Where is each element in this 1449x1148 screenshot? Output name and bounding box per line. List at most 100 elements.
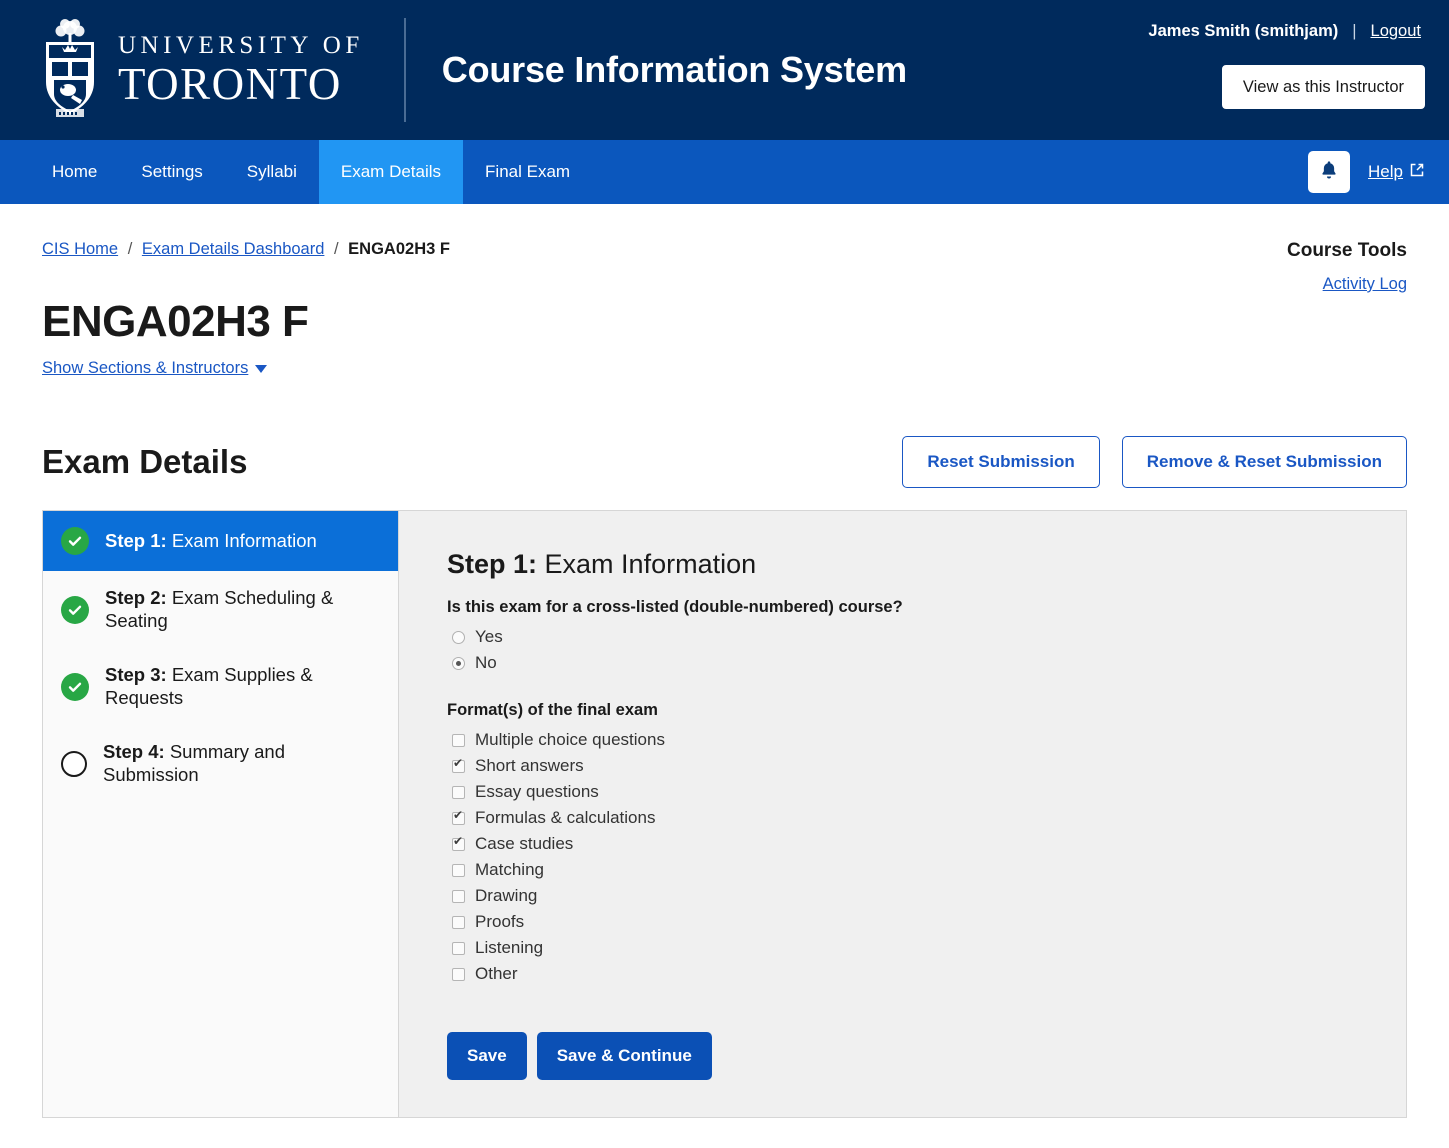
uoft-wordmark: UNIVERSITY OF TORONTO [118, 33, 364, 107]
view-as-instructor-button[interactable]: View as this Instructor [1221, 65, 1425, 110]
help-link[interactable]: Help [1368, 162, 1425, 183]
user-info: James Smith (smithjam) | Logout [1148, 22, 1421, 41]
format-label: Drawing [475, 886, 538, 905]
checkbox-icon[interactable] [452, 863, 465, 877]
page-content: CIS Home / Exam Details Dashboard / ENGA… [0, 204, 1449, 1118]
panel-title-name: Exam Information [537, 549, 757, 579]
radio-icon-yes[interactable] [452, 630, 465, 644]
logo-line-1: UNIVERSITY OF [118, 32, 364, 59]
nav-item-settings[interactable]: Settings [119, 140, 224, 204]
chevron-down-icon [255, 364, 268, 373]
main-navigation: Home Settings Syllabi Exam Details Final… [0, 140, 1449, 204]
wizard-step-4-label: Step 4: Summary and Submission [103, 741, 380, 786]
save-button[interactable]: Save [447, 1032, 527, 1080]
checkbox-icon[interactable] [452, 733, 465, 747]
panel-actions: Save Save & Continue [447, 1032, 1370, 1080]
section-actions: Reset Submission Remove & Reset Submissi… [902, 436, 1407, 488]
section-header: Exam Details Reset Submission Remove & R… [42, 436, 1407, 488]
step-2-number: Step 2: [105, 587, 167, 608]
checkbox-icon[interactable] [452, 835, 465, 851]
format-option-formulas-calculations[interactable]: Formulas & calculations [452, 808, 1370, 828]
checkbox-icon[interactable] [452, 967, 465, 981]
wizard-step-1[interactable]: Step 1: Exam Information [43, 511, 398, 571]
format-label: Matching [475, 860, 544, 879]
help-label: Help [1368, 162, 1403, 181]
format-option-case-studies[interactable]: Case studies [452, 834, 1370, 854]
format-label: Case studies [475, 834, 574, 853]
course-tools-title: Course Tools [1287, 240, 1407, 261]
format-option-short-answers[interactable]: Short answers [452, 756, 1370, 776]
checkbox-icon[interactable] [452, 915, 465, 929]
course-tools-panel: Course Tools Activity Log [1177, 240, 1407, 294]
breadcrumb-current: ENGA02H3 F [348, 240, 450, 258]
format-label: Listening [475, 938, 544, 957]
panel-title-number: Step 1: [447, 549, 538, 579]
uoft-logo[interactable]: UNIVERSITY OF TORONTO [24, 16, 364, 124]
site-header: UNIVERSITY OF TORONTO Course Information… [0, 0, 1449, 140]
empty-circle-icon [61, 750, 87, 777]
app-title: Course Information System [441, 49, 907, 90]
format-option-other[interactable]: Other [452, 964, 1370, 984]
activity-log-link[interactable]: Activity Log [1323, 275, 1407, 293]
crosslist-option-yes-label: Yes [475, 627, 503, 646]
nav-items: Home Settings Syllabi Exam Details Final… [0, 140, 592, 204]
step-3-number: Step 3: [105, 664, 167, 686]
check-circle-icon [61, 595, 89, 624]
checkbox-icon[interactable] [452, 809, 465, 825]
checkbox-icon[interactable] [452, 757, 465, 773]
step-1-name: Exam Information [166, 529, 317, 551]
logo-line-2: TORONTO [118, 59, 342, 109]
step-1-number: Step 1: [105, 529, 167, 551]
format-label: Essay questions [475, 782, 599, 801]
nav-item-syllabi[interactable]: Syllabi [225, 140, 319, 204]
nav-item-exam-details[interactable]: Exam Details [318, 140, 464, 204]
breadcrumb-cis-home[interactable]: CIS Home [42, 240, 118, 258]
format-option-proofs[interactable]: Proofs [452, 912, 1370, 932]
formats-label: Format(s) of the final exam [447, 701, 658, 719]
panel-title: Step 1: Exam Information [447, 549, 1370, 580]
nav-item-home[interactable]: Home [30, 140, 119, 204]
remove-reset-submission-button[interactable]: Remove & Reset Submission [1121, 436, 1407, 488]
user-name: James Smith (smithjam) [1148, 22, 1339, 40]
step-4-number: Step 4: [103, 741, 165, 763]
save-and-continue-button[interactable]: Save & Continue [536, 1032, 712, 1080]
format-label: Short answers [475, 756, 584, 775]
format-option-essay-questions[interactable]: Essay questions [452, 782, 1370, 802]
breadcrumb-exam-details-dashboard[interactable]: Exam Details Dashboard [142, 240, 325, 258]
format-label: Formulas & calculations [475, 808, 656, 827]
radio-icon-no[interactable] [452, 656, 465, 670]
wizard-step-3-label: Step 3: Exam Supplies & Requests [105, 664, 380, 709]
uoft-crest-icon [36, 16, 104, 124]
format-option-multiple-choice[interactable]: Multiple choice questions [452, 730, 1370, 750]
nav-right: Help [1308, 140, 1425, 204]
crosslist-option-no-label: No [475, 653, 497, 672]
format-label: Proofs [475, 912, 525, 931]
user-separator: | [1352, 22, 1357, 40]
notifications-button[interactable] [1308, 151, 1351, 193]
format-label: Other [475, 964, 518, 983]
crosslist-option-yes[interactable]: Yes [452, 627, 1370, 647]
crosslist-option-no[interactable]: No [452, 653, 1370, 673]
format-option-matching[interactable]: Matching [452, 860, 1370, 880]
checkbox-icon[interactable] [452, 785, 465, 799]
breadcrumb-separator-1: / [127, 240, 133, 258]
wizard-step-2-label: Step 2: Exam Scheduling & Seating [105, 587, 380, 632]
format-option-drawing[interactable]: Drawing [452, 886, 1370, 906]
check-circle-icon [61, 672, 89, 701]
wizard-step-3[interactable]: Step 3: Exam Supplies & Requests [43, 648, 398, 725]
wizard-step-list: Step 1: Exam Information Step 2: Exam Sc… [43, 511, 399, 1117]
checkbox-icon[interactable] [452, 941, 465, 955]
logout-link[interactable]: Logout [1371, 22, 1421, 41]
breadcrumb-separator-2: / [333, 240, 339, 258]
show-sections-instructors-toggle[interactable]: Show Sections & Instructors [42, 359, 268, 378]
exam-details-wizard: Step 1: Exam Information Step 2: Exam Sc… [42, 510, 1407, 1118]
format-option-listening[interactable]: Listening [452, 938, 1370, 958]
wizard-step-4[interactable]: Step 4: Summary and Submission [43, 725, 398, 802]
header-divider [403, 18, 406, 122]
external-link-icon [1409, 162, 1425, 183]
reset-submission-button[interactable]: Reset Submission [902, 436, 1100, 488]
check-circle-icon [61, 527, 89, 555]
nav-item-final-exam[interactable]: Final Exam [463, 140, 592, 204]
wizard-step-2[interactable]: Step 2: Exam Scheduling & Seating [43, 571, 398, 648]
checkbox-icon[interactable] [452, 889, 465, 903]
